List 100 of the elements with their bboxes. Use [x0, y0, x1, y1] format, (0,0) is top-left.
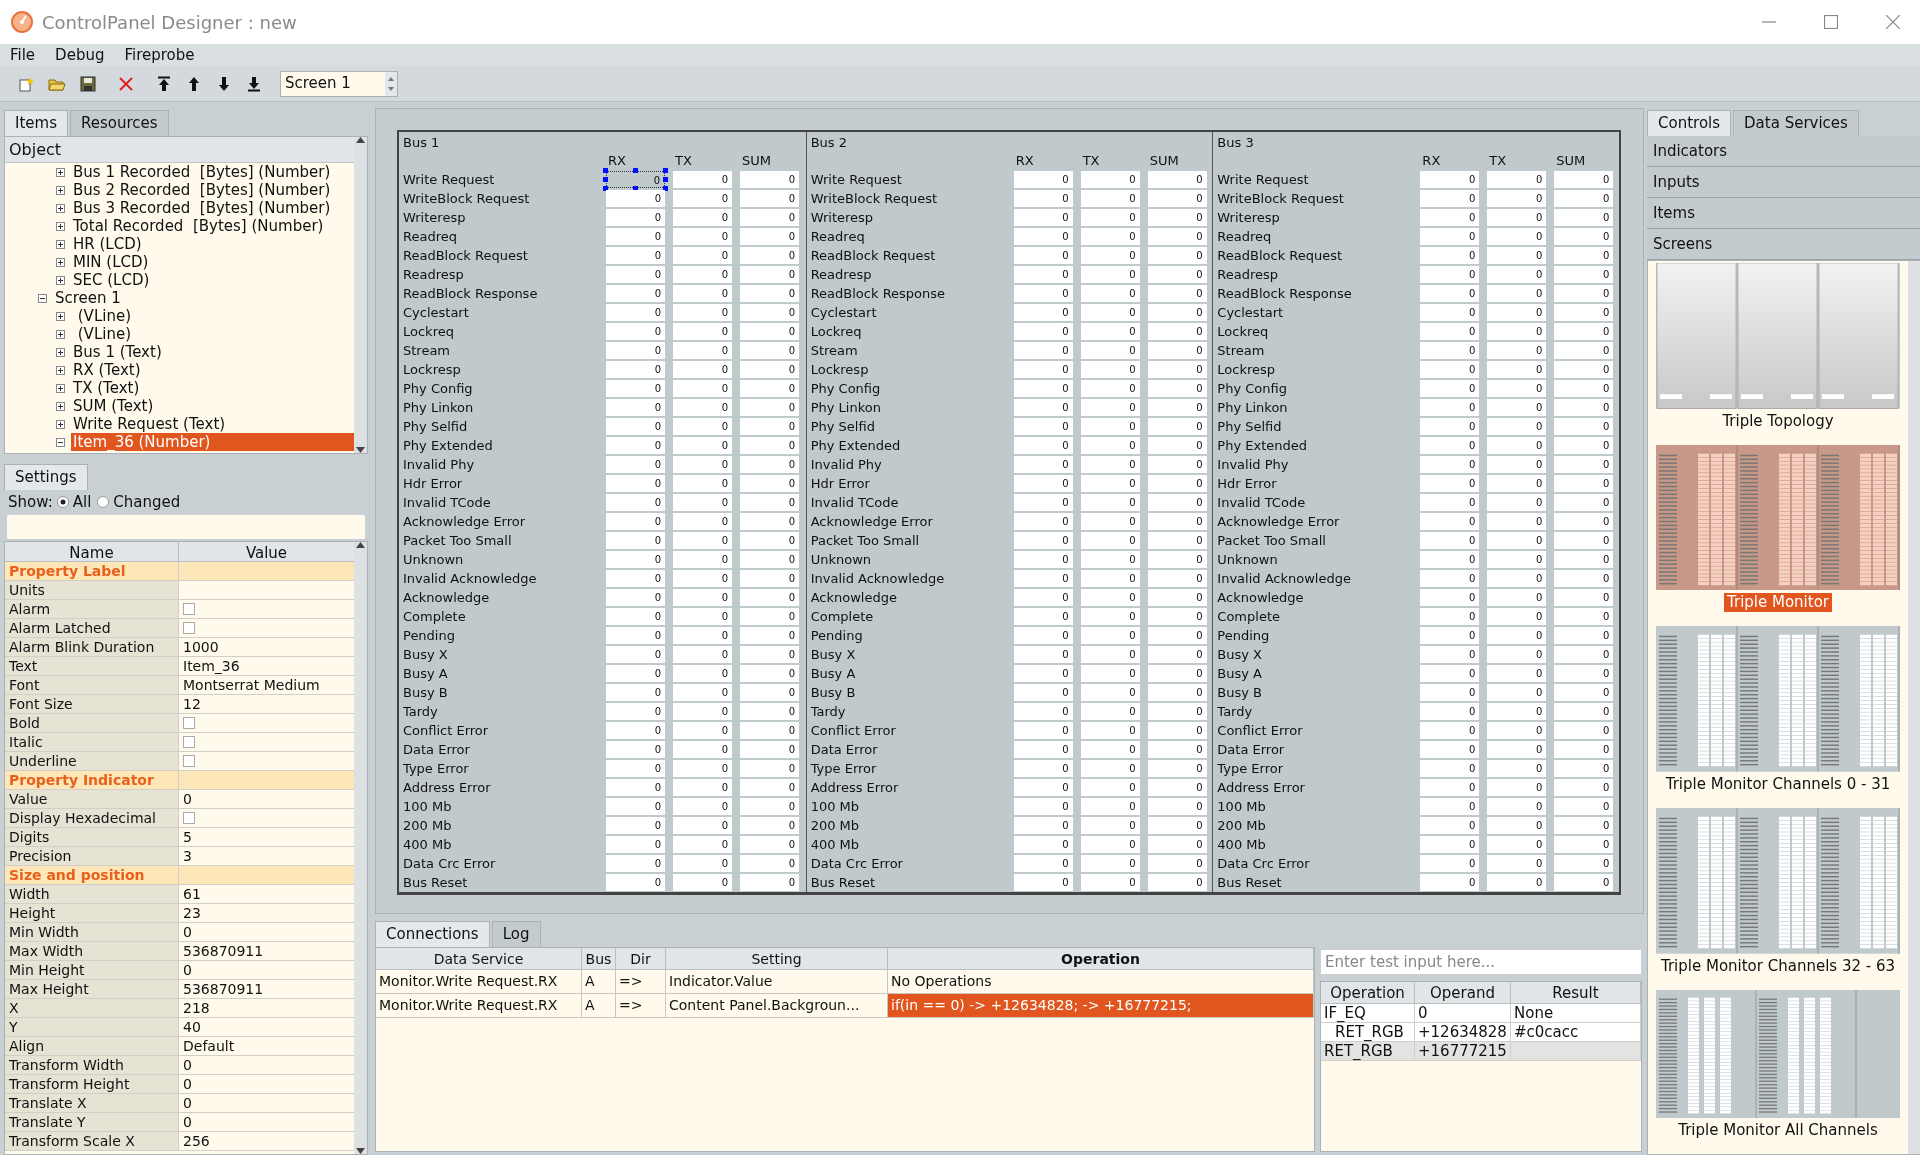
number-field[interactable]: 0 — [1147, 456, 1207, 473]
number-field[interactable]: 0 — [740, 190, 799, 207]
number-field[interactable]: 0 — [740, 456, 799, 473]
save-icon[interactable] — [80, 75, 96, 92]
number-field[interactable]: 0 — [1487, 817, 1547, 834]
number-field[interactable]: 0 — [1554, 817, 1614, 834]
menu-item[interactable]: Debug — [51, 43, 109, 67]
number-field[interactable]: 0 — [1080, 836, 1140, 853]
number-field[interactable]: 0 — [1147, 361, 1207, 378]
number-field[interactable]: 0 — [673, 399, 732, 416]
number-field[interactable]: 0 — [606, 437, 665, 454]
number-field[interactable]: 0 — [1147, 380, 1207, 397]
number-field[interactable]: 0 — [1147, 684, 1207, 701]
number-field[interactable]: 0 — [1147, 399, 1207, 416]
number-field[interactable]: 0 — [740, 532, 799, 549]
close-icon[interactable] — [1886, 15, 1900, 29]
number-field[interactable]: 0 — [1080, 190, 1140, 207]
column-header[interactable]: Data Service — [376, 948, 582, 970]
screen-label[interactable]: Triple Monitor Channels 0 - 31 — [1662, 775, 1894, 795]
number-field[interactable]: 0 — [1554, 608, 1614, 625]
number-field[interactable]: 0 — [606, 874, 665, 891]
number-field[interactable]: 0 — [1554, 437, 1614, 454]
number-field[interactable]: 0 — [1487, 513, 1547, 530]
tree-item[interactable]: (VLine) — [71, 325, 135, 343]
number-field[interactable]: 0 — [606, 513, 665, 530]
number-field[interactable]: 0 — [673, 874, 732, 891]
number-field[interactable]: 0 — [1147, 817, 1207, 834]
number-field[interactable]: 0 — [740, 513, 799, 530]
number-field[interactable]: 0 — [1080, 475, 1140, 492]
number-field[interactable]: 0 — [673, 494, 732, 511]
number-field[interactable]: 0 — [1420, 513, 1480, 530]
property-value[interactable]: 0 — [183, 961, 192, 979]
number-field[interactable]: 0 — [1420, 475, 1480, 492]
expand-icon[interactable] — [56, 221, 65, 231]
number-field[interactable]: 0 — [673, 532, 732, 549]
checkbox[interactable] — [183, 717, 195, 729]
number-field[interactable]: 0 — [606, 855, 665, 872]
number-field[interactable]: 0 — [673, 551, 732, 568]
number-field[interactable]: 0 — [1080, 646, 1140, 663]
number-field[interactable]: 0 — [740, 285, 799, 302]
number-field[interactable]: 0 — [606, 722, 665, 739]
number-field[interactable]: 0 — [1554, 570, 1614, 587]
tree-item[interactable]: Bus 3 Recorded [Bytes] (Number) — [71, 199, 335, 217]
number-field[interactable]: 0 — [1013, 703, 1073, 720]
number-field[interactable]: 0 — [1147, 608, 1207, 625]
property-value[interactable]: 0 — [183, 923, 192, 941]
number-field[interactable]: 0 — [1147, 570, 1207, 587]
number-field[interactable]: 0 — [1420, 722, 1480, 739]
table-row[interactable]: RET_RGB +16777215 — [1321, 1042, 1641, 1061]
number-field[interactable]: 0 — [740, 361, 799, 378]
number-field[interactable]: 0 — [1487, 285, 1547, 302]
number-field[interactable]: 0 — [1554, 266, 1614, 283]
number-field[interactable]: 0 — [606, 608, 665, 625]
number-field[interactable]: 0 — [1420, 570, 1480, 587]
number-field[interactable]: 0 — [606, 266, 665, 283]
number-field[interactable]: 0 — [673, 171, 732, 188]
number-field[interactable]: 0 — [1080, 855, 1140, 872]
screen-thumbnail[interactable] — [1656, 263, 1900, 409]
number-field[interactable]: 0 — [1554, 627, 1614, 644]
filter-field[interactable] — [6, 514, 366, 540]
property-value[interactable]: 3 — [183, 847, 192, 865]
number-field[interactable]: 0 — [1080, 760, 1140, 777]
number-field[interactable]: 0 — [1554, 703, 1614, 720]
number-field[interactable]: 0 — [1487, 722, 1547, 739]
number-field[interactable]: 0 — [1487, 171, 1547, 188]
checkbox[interactable] — [183, 755, 195, 767]
number-field[interactable]: 0 — [606, 570, 665, 587]
number-field[interactable]: 0 — [1420, 266, 1480, 283]
expand-icon[interactable] — [56, 347, 65, 357]
number-field[interactable]: 0 — [1147, 418, 1207, 435]
number-field[interactable]: 0 — [673, 665, 732, 682]
number-field[interactable]: 0 — [1554, 475, 1614, 492]
number-field[interactable]: 0 — [1013, 456, 1073, 473]
tree-item[interactable]: Bus 1 Recorded [Bytes] (Number) — [71, 163, 335, 181]
expand-icon[interactable] — [56, 239, 65, 249]
number-field[interactable]: 0 — [1554, 665, 1614, 682]
number-field[interactable]: 0 — [1420, 589, 1480, 606]
number-field[interactable]: 0 — [1487, 760, 1547, 777]
number-field[interactable]: 0 — [606, 209, 665, 226]
number-field[interactable]: 0 — [1080, 228, 1140, 245]
number-field[interactable]: 0 — [1487, 703, 1547, 720]
number-field[interactable]: 0 — [1013, 798, 1073, 815]
tab[interactable]: Data Services — [1733, 110, 1859, 136]
screen-thumbnail[interactable] — [1656, 808, 1900, 954]
number-field[interactable]: 0 — [1487, 779, 1547, 796]
number-field[interactable]: 0 — [1487, 532, 1547, 549]
property-value[interactable]: 23 — [183, 904, 201, 922]
property-value[interactable]: 256 — [183, 1132, 210, 1150]
number-field[interactable]: 0 — [1080, 285, 1140, 302]
move-to-top-icon[interactable] — [156, 75, 172, 92]
number-field[interactable]: 0 — [1487, 589, 1547, 606]
number-field[interactable]: 0 — [1147, 798, 1207, 815]
number-field[interactable]: 0 — [1013, 266, 1073, 283]
property-value[interactable]: 0 — [183, 1094, 192, 1112]
number-field[interactable]: 0 — [1147, 266, 1207, 283]
number-field[interactable]: 0 — [1080, 209, 1140, 226]
checkbox[interactable] — [183, 812, 195, 824]
tree-item[interactable]: Bus 2 Recorded [Bytes] (Number) — [71, 181, 335, 199]
number-field[interactable]: 0 — [606, 475, 665, 492]
expand-icon[interactable] — [56, 203, 65, 213]
